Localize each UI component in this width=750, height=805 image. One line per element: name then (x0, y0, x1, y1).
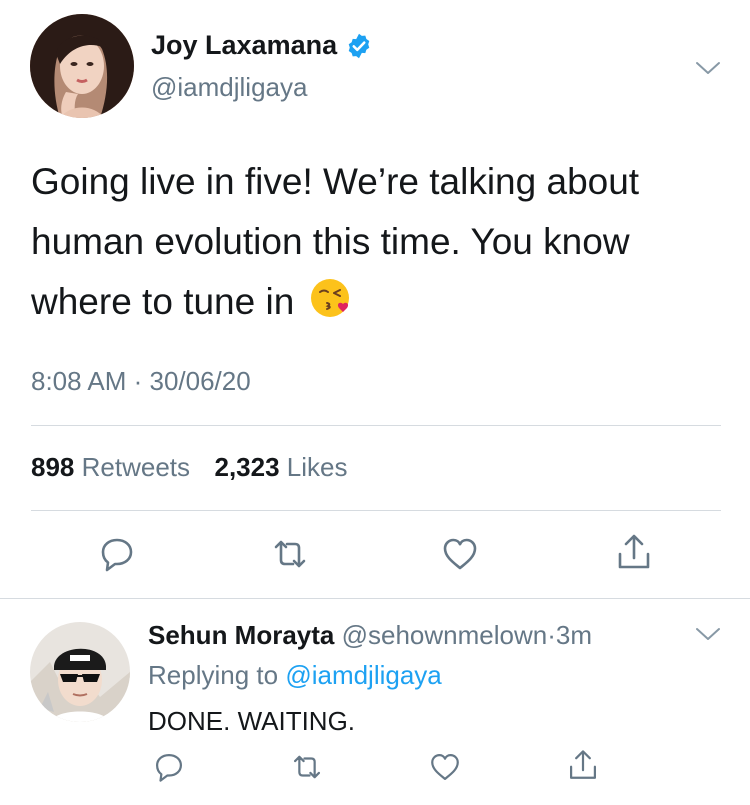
separator-dot: · (547, 620, 556, 650)
chevron-down-icon[interactable] (695, 626, 721, 642)
retweets-label: Retweets (81, 452, 191, 482)
heart-icon[interactable] (440, 534, 480, 574)
reply-author-avatar[interactable] (30, 622, 130, 722)
tweet-body: Going live in five! We’re talking about … (31, 152, 721, 332)
divider (31, 425, 721, 426)
share-icon[interactable] (566, 748, 600, 782)
tweet-timestamp[interactable]: 8:08 AM · 30/06/20 (31, 366, 251, 397)
tweet-stats: 898 Retweets 2,323 Likes (31, 452, 348, 483)
replying-to-label: Replying to (148, 660, 279, 690)
author-handle[interactable]: @iamdjligaya (151, 72, 307, 103)
author-name[interactable]: Joy Laxamana (151, 30, 373, 61)
main-tweet: Joy Laxamana @iamdjligaya Going live in … (0, 0, 750, 598)
author-avatar[interactable] (30, 14, 134, 118)
retweets-count: 898 (31, 452, 75, 482)
chevron-down-icon[interactable] (695, 60, 721, 76)
author-name-text[interactable]: Joy Laxamana (151, 30, 337, 61)
kissing-face-emoji-icon (309, 276, 353, 320)
retweets-stat[interactable]: 898 Retweets (31, 452, 190, 482)
divider (31, 510, 721, 511)
verified-badge-icon (345, 32, 373, 60)
reply-text: DONE. WAITING. (148, 706, 356, 736)
divider (0, 598, 750, 599)
reply-time[interactable]: 3m (556, 620, 592, 650)
reply-tweet[interactable]: Sehun Morayta @sehownmelown·3m Replying … (0, 600, 750, 805)
reply-header: Sehun Morayta @sehownmelown·3m (148, 620, 592, 651)
reply-author-handle[interactable]: @sehownmelown (342, 620, 548, 650)
retweet-icon[interactable] (290, 750, 324, 784)
replying-to: Replying to @iamdjligaya (148, 660, 442, 691)
retweet-icon[interactable] (270, 534, 310, 574)
likes-stat[interactable]: 2,323 Likes (214, 452, 347, 482)
reply-icon[interactable] (97, 534, 137, 574)
reply-author-name[interactable]: Sehun Morayta (148, 620, 334, 650)
share-icon[interactable] (614, 532, 654, 572)
reply-icon[interactable] (152, 750, 186, 784)
heart-icon[interactable] (428, 750, 462, 784)
likes-label: Likes (286, 452, 348, 482)
replying-to-link[interactable]: @iamdjligaya (285, 660, 441, 690)
likes-count: 2,323 (214, 452, 280, 482)
